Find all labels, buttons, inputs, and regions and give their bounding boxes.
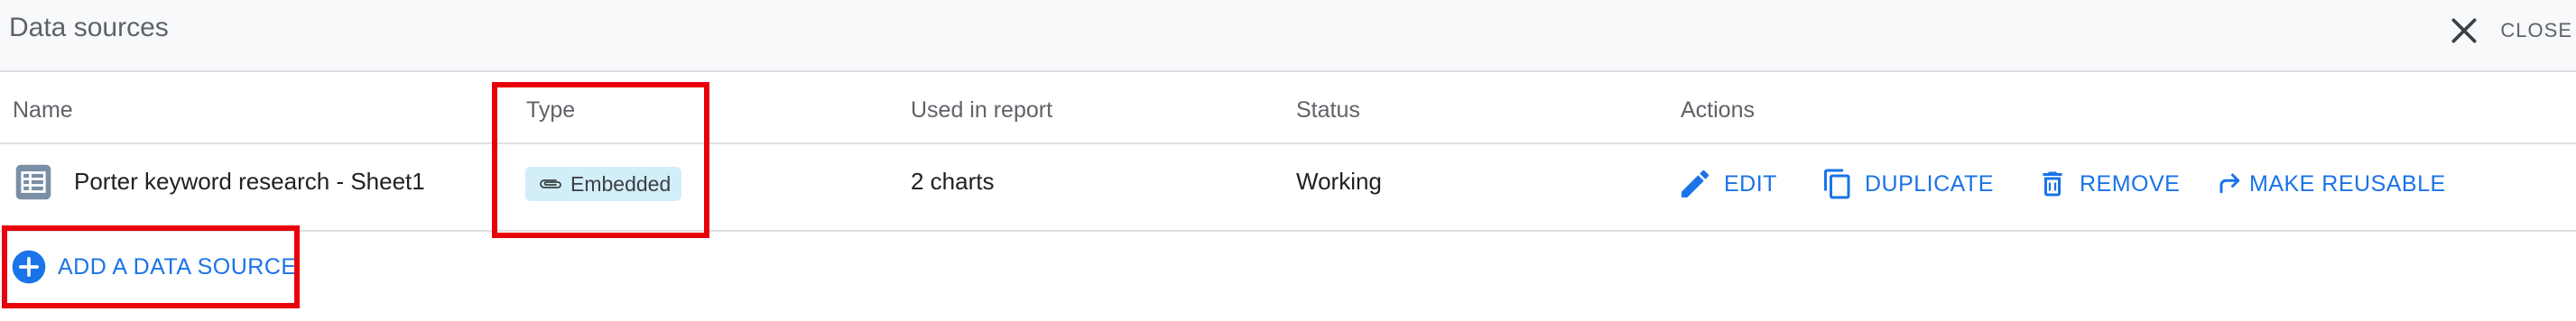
copy-icon [1824,169,1850,199]
duplicate-label: DUPLICATE [1865,170,1994,197]
header-divider [0,142,2576,144]
make-reusable-button[interactable]: MAKE REUSABLE [2217,162,2446,206]
edit-label: EDIT [1724,170,1777,197]
share-arrow-icon [2219,173,2240,194]
duplicate-button[interactable]: DUPLICATE [1821,162,1994,206]
dialog-title: Data sources [9,13,169,42]
dialog-header: Data sources CLOSE [0,0,2576,72]
data-source-name[interactable]: Porter keyword research - Sheet1 [74,168,425,196]
trash-icon [2043,171,2062,197]
pencil-icon [1682,170,1710,197]
row-divider [0,230,2576,232]
column-header-used-in-report: Used in report [911,97,1053,123]
edit-button[interactable]: EDIT [1677,162,1777,206]
column-header-status: Status [1296,97,1360,123]
close-icon [2451,18,2477,43]
close-label: CLOSE [2500,19,2572,41]
add-data-source-highlight [2,225,300,308]
status-value: Working [1296,168,1382,195]
remove-button[interactable]: REMOVE [2036,162,2180,206]
close-button[interactable]: CLOSE [2446,13,2576,49]
used-in-report-value: 2 charts [911,168,995,195]
type-column-highlight [492,82,709,238]
table-icon [15,164,51,200]
remove-label: REMOVE [2080,170,2181,197]
column-header-name: Name [13,97,73,123]
column-header-actions: Actions [1681,97,1755,123]
make-reusable-label: MAKE REUSABLE [2249,170,2446,197]
